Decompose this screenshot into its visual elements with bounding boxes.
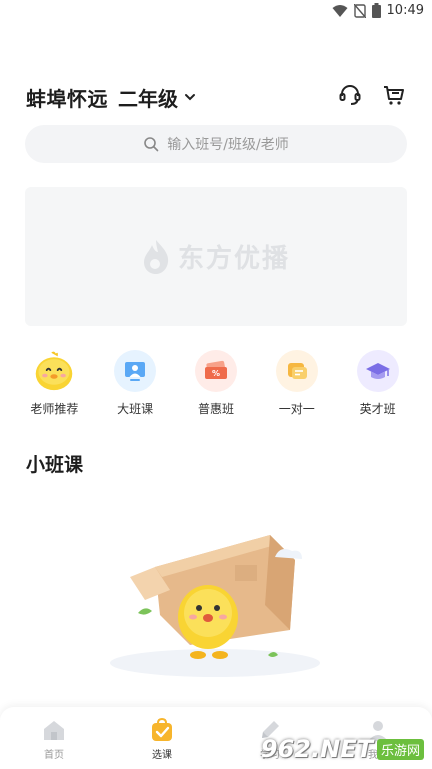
section-title: 小班课 [26,454,84,476]
no-sim-icon [353,3,366,18]
empty-state-illustration [100,505,330,685]
wifi-icon [332,4,348,17]
watermark: 962.NET 乐游网 [261,735,424,763]
search-placeholder: 输入班号/班级/老师 [167,137,289,153]
category-row: 老师推荐 大班课 % 普惠班 一对一 英才班 [0,350,432,417]
search-input[interactable]: 输入班号/班级/老师 [25,125,407,163]
banner-logo: 东方优播 [142,238,290,275]
select-course-icon [152,717,172,741]
grade-selector[interactable]: 二年级 [118,83,178,112]
tab-label: 首页 [44,750,64,761]
category-teacher-recommend[interactable]: 老师推荐 [18,350,90,417]
teacher-icon [114,350,157,392]
category-affordable-class[interactable]: % 普惠班 [180,350,252,417]
tab-home[interactable]: 首页 [0,707,108,769]
graduation-cap-icon [356,350,399,392]
chevron-down-icon[interactable] [184,92,196,102]
watermark-text: 962.NET [260,735,373,763]
header: 蚌埠怀远 二年级 [26,80,406,114]
category-label: 大班课 [117,402,154,416]
watermark-sub: 乐游网 [376,738,424,760]
tab-select-course[interactable]: 选课 [108,707,216,769]
tab-label: 选课 [152,750,172,761]
category-label: 老师推荐 [30,402,79,416]
chick-mascot-icon [33,350,75,392]
banner[interactable]: 东方优播 [25,187,407,326]
category-big-class[interactable]: 大班课 [99,350,171,417]
battery-icon [371,3,381,18]
home-icon [44,721,64,740]
status-bar: 10:49 [0,0,432,24]
category-label: 一对一 [278,402,315,416]
banner-logo-text: 东方优播 [177,244,290,274]
category-elite-class[interactable]: 英才班 [342,350,414,417]
category-label: 英才班 [359,402,396,416]
search-icon [144,137,159,152]
chat-card-icon [275,350,318,392]
category-label: 普惠班 [197,402,234,416]
customer-service-icon[interactable] [338,83,362,111]
status-icons: 10:49 [332,3,424,18]
svg-text:%: % [212,369,220,378]
flame-logo-icon [143,239,169,274]
cart-icon[interactable] [382,83,406,111]
discount-ticket-icon: % [194,350,237,392]
location-selector[interactable]: 蚌埠怀远 [26,83,108,112]
category-one-on-one[interactable]: 一对一 [261,350,333,417]
header-actions [338,83,406,111]
status-time: 10:49 [386,3,424,18]
